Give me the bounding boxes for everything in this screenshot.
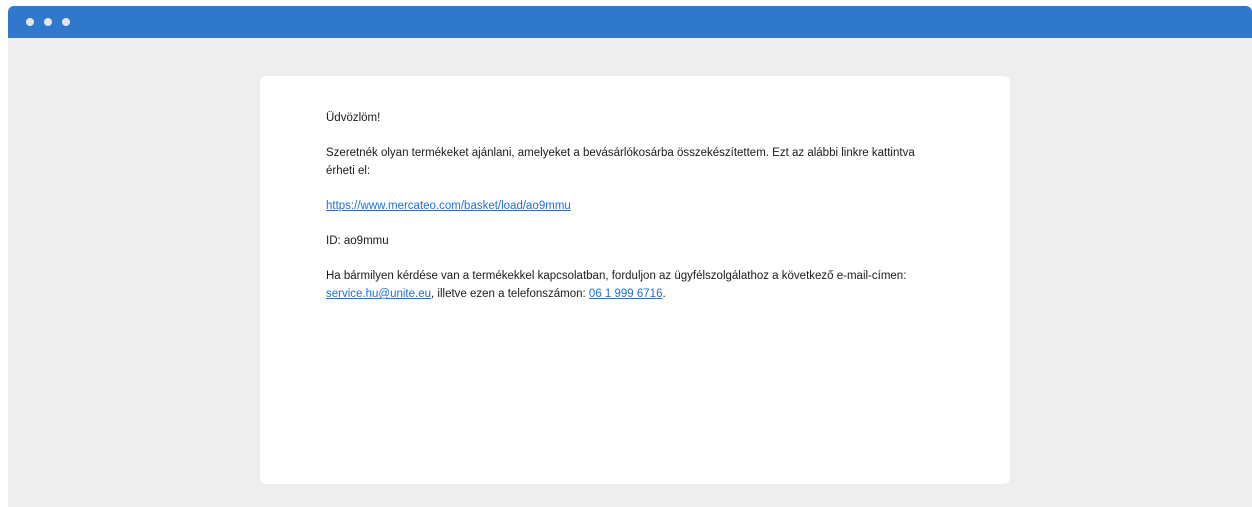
window-close-dot-icon[interactable] — [26, 18, 34, 26]
contact-prefix: Ha bármilyen kérdése van a termékekkel k… — [326, 270, 907, 282]
basket-link[interactable]: https://www.mercateo.com/basket/load/ao9… — [326, 200, 571, 212]
phone-link[interactable]: 06 1 999 6716 — [589, 288, 663, 300]
contact-suffix: . — [662, 288, 666, 300]
window-titlebar — [8, 6, 1252, 38]
basket-link-paragraph: https://www.mercateo.com/basket/load/ao9… — [326, 197, 946, 215]
email-intro: Szeretnék olyan termékeket ajánlani, ame… — [326, 147, 915, 177]
contact-middle: , illetve ezen a telefonszámon: — [431, 288, 589, 300]
service-email-link[interactable]: service.hu@unite.eu — [326, 288, 431, 300]
browser-window: Üdvözlöm! Szeretnék olyan termékeket ajá… — [8, 6, 1252, 507]
basket-id: ID: ao9mmu — [326, 235, 389, 247]
window-maximize-dot-icon[interactable] — [62, 18, 70, 26]
contact-paragraph: Ha bármilyen kérdése van a termékekkel k… — [326, 267, 946, 303]
window-minimize-dot-icon[interactable] — [44, 18, 52, 26]
content-area: Üdvözlöm! Szeretnék olyan termékeket ajá… — [8, 38, 1252, 507]
email-greeting: Üdvözlöm! — [326, 112, 381, 124]
email-card: Üdvözlöm! Szeretnék olyan termékeket ajá… — [260, 76, 1010, 484]
email-body: Üdvözlöm! Szeretnék olyan termékeket ajá… — [326, 109, 946, 320]
